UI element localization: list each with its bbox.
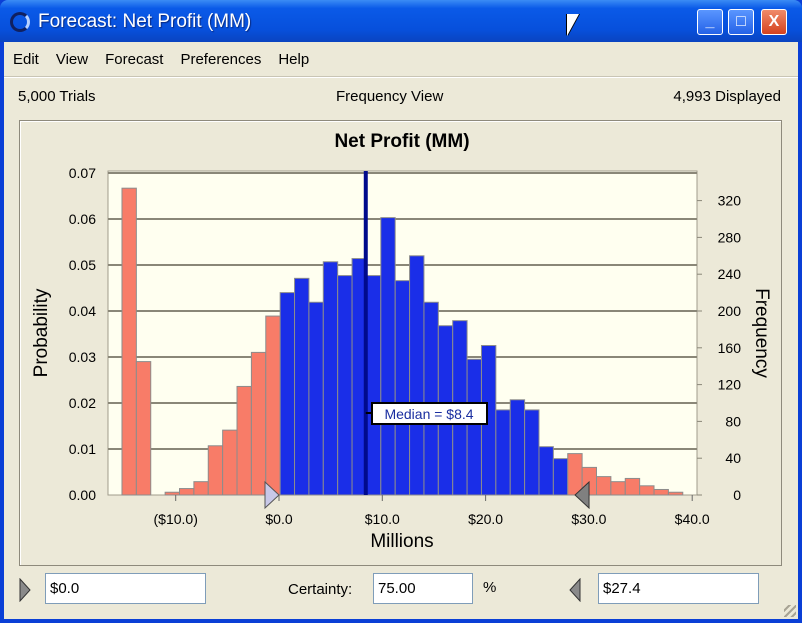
chart-title: Net Profit (MM) (334, 131, 469, 152)
histogram-bar (236, 385, 252, 496)
histogram-bar (524, 409, 540, 496)
histogram-bar (596, 476, 612, 496)
y-right-tick-label: 240 (718, 266, 742, 282)
y-tick-label: 0.06 (69, 211, 96, 227)
histogram-bar (409, 255, 425, 496)
y-tick-label: 0.00 (69, 487, 96, 503)
y-right-tick-label: 120 (718, 377, 742, 393)
y-tick-label: 0.04 (69, 303, 96, 319)
histogram-bar (653, 488, 669, 496)
x-tick-label: $0.0 (265, 511, 292, 527)
histogram-bar (538, 446, 554, 496)
y-right-tick-label: 320 (718, 193, 742, 209)
y-tick-label: 0.01 (69, 441, 96, 457)
histogram-chart: 0.00 0.01 0.02 0.03 0.04 0.05 0.06 0.07 0 40 80 120… (31, 131, 772, 552)
histogram-bar (179, 488, 195, 496)
histogram-bar (667, 491, 684, 496)
y-right-tick-label: 40 (725, 450, 741, 466)
histogram-bar (610, 481, 626, 496)
histogram-bar (509, 399, 526, 496)
histogram-bar (250, 351, 267, 496)
histogram-bar (380, 217, 396, 496)
y-right-tick-label: 80 (725, 413, 741, 429)
histogram-bar (193, 481, 209, 496)
histogram-bar (624, 477, 641, 496)
histogram-bar (394, 280, 411, 496)
histogram-bar (121, 187, 137, 496)
histogram-bar (279, 292, 296, 496)
histogram-bar (337, 275, 353, 496)
y-right-tick-label: 0 (733, 487, 741, 503)
y-axis-label: Probability (31, 288, 52, 377)
y-right-tick-label: 200 (718, 303, 742, 319)
x-axis-label: Millions (370, 531, 433, 552)
y-tick-label: 0.03 (69, 349, 96, 365)
histogram-bar (222, 429, 238, 496)
histogram-bar (294, 277, 310, 496)
histogram-bar (308, 301, 324, 496)
x-tick-label: $40.0 (675, 511, 710, 527)
y-right-axis-label: Frequency (751, 288, 772, 378)
y-tick-label: 0.05 (69, 257, 96, 273)
histogram-bar (265, 315, 281, 496)
histogram-bar (567, 453, 583, 496)
x-tick-label: $10.0 (365, 511, 400, 527)
y-tick-label: 0.02 (69, 395, 96, 411)
histogram-bar (322, 261, 339, 496)
histogram-bar (135, 361, 152, 496)
x-tick-label: $30.0 (571, 511, 606, 527)
y-right-tick-label: 160 (718, 340, 742, 356)
histogram-bar (495, 409, 511, 496)
y-right-tick-label: 280 (718, 229, 742, 245)
x-tick-label: ($10.0) (154, 511, 198, 527)
histogram-bar (552, 458, 569, 496)
histogram-bar (639, 485, 655, 496)
histogram-bar (365, 275, 382, 496)
histogram-bar (207, 445, 224, 496)
histogram-bar (164, 491, 181, 496)
histogram-bar (466, 358, 482, 496)
median-label: Median = $8.4 (384, 406, 473, 422)
histogram-bar (423, 301, 439, 496)
y-tick-label: 0.07 (69, 165, 96, 181)
x-tick-label: $20.0 (468, 511, 503, 527)
